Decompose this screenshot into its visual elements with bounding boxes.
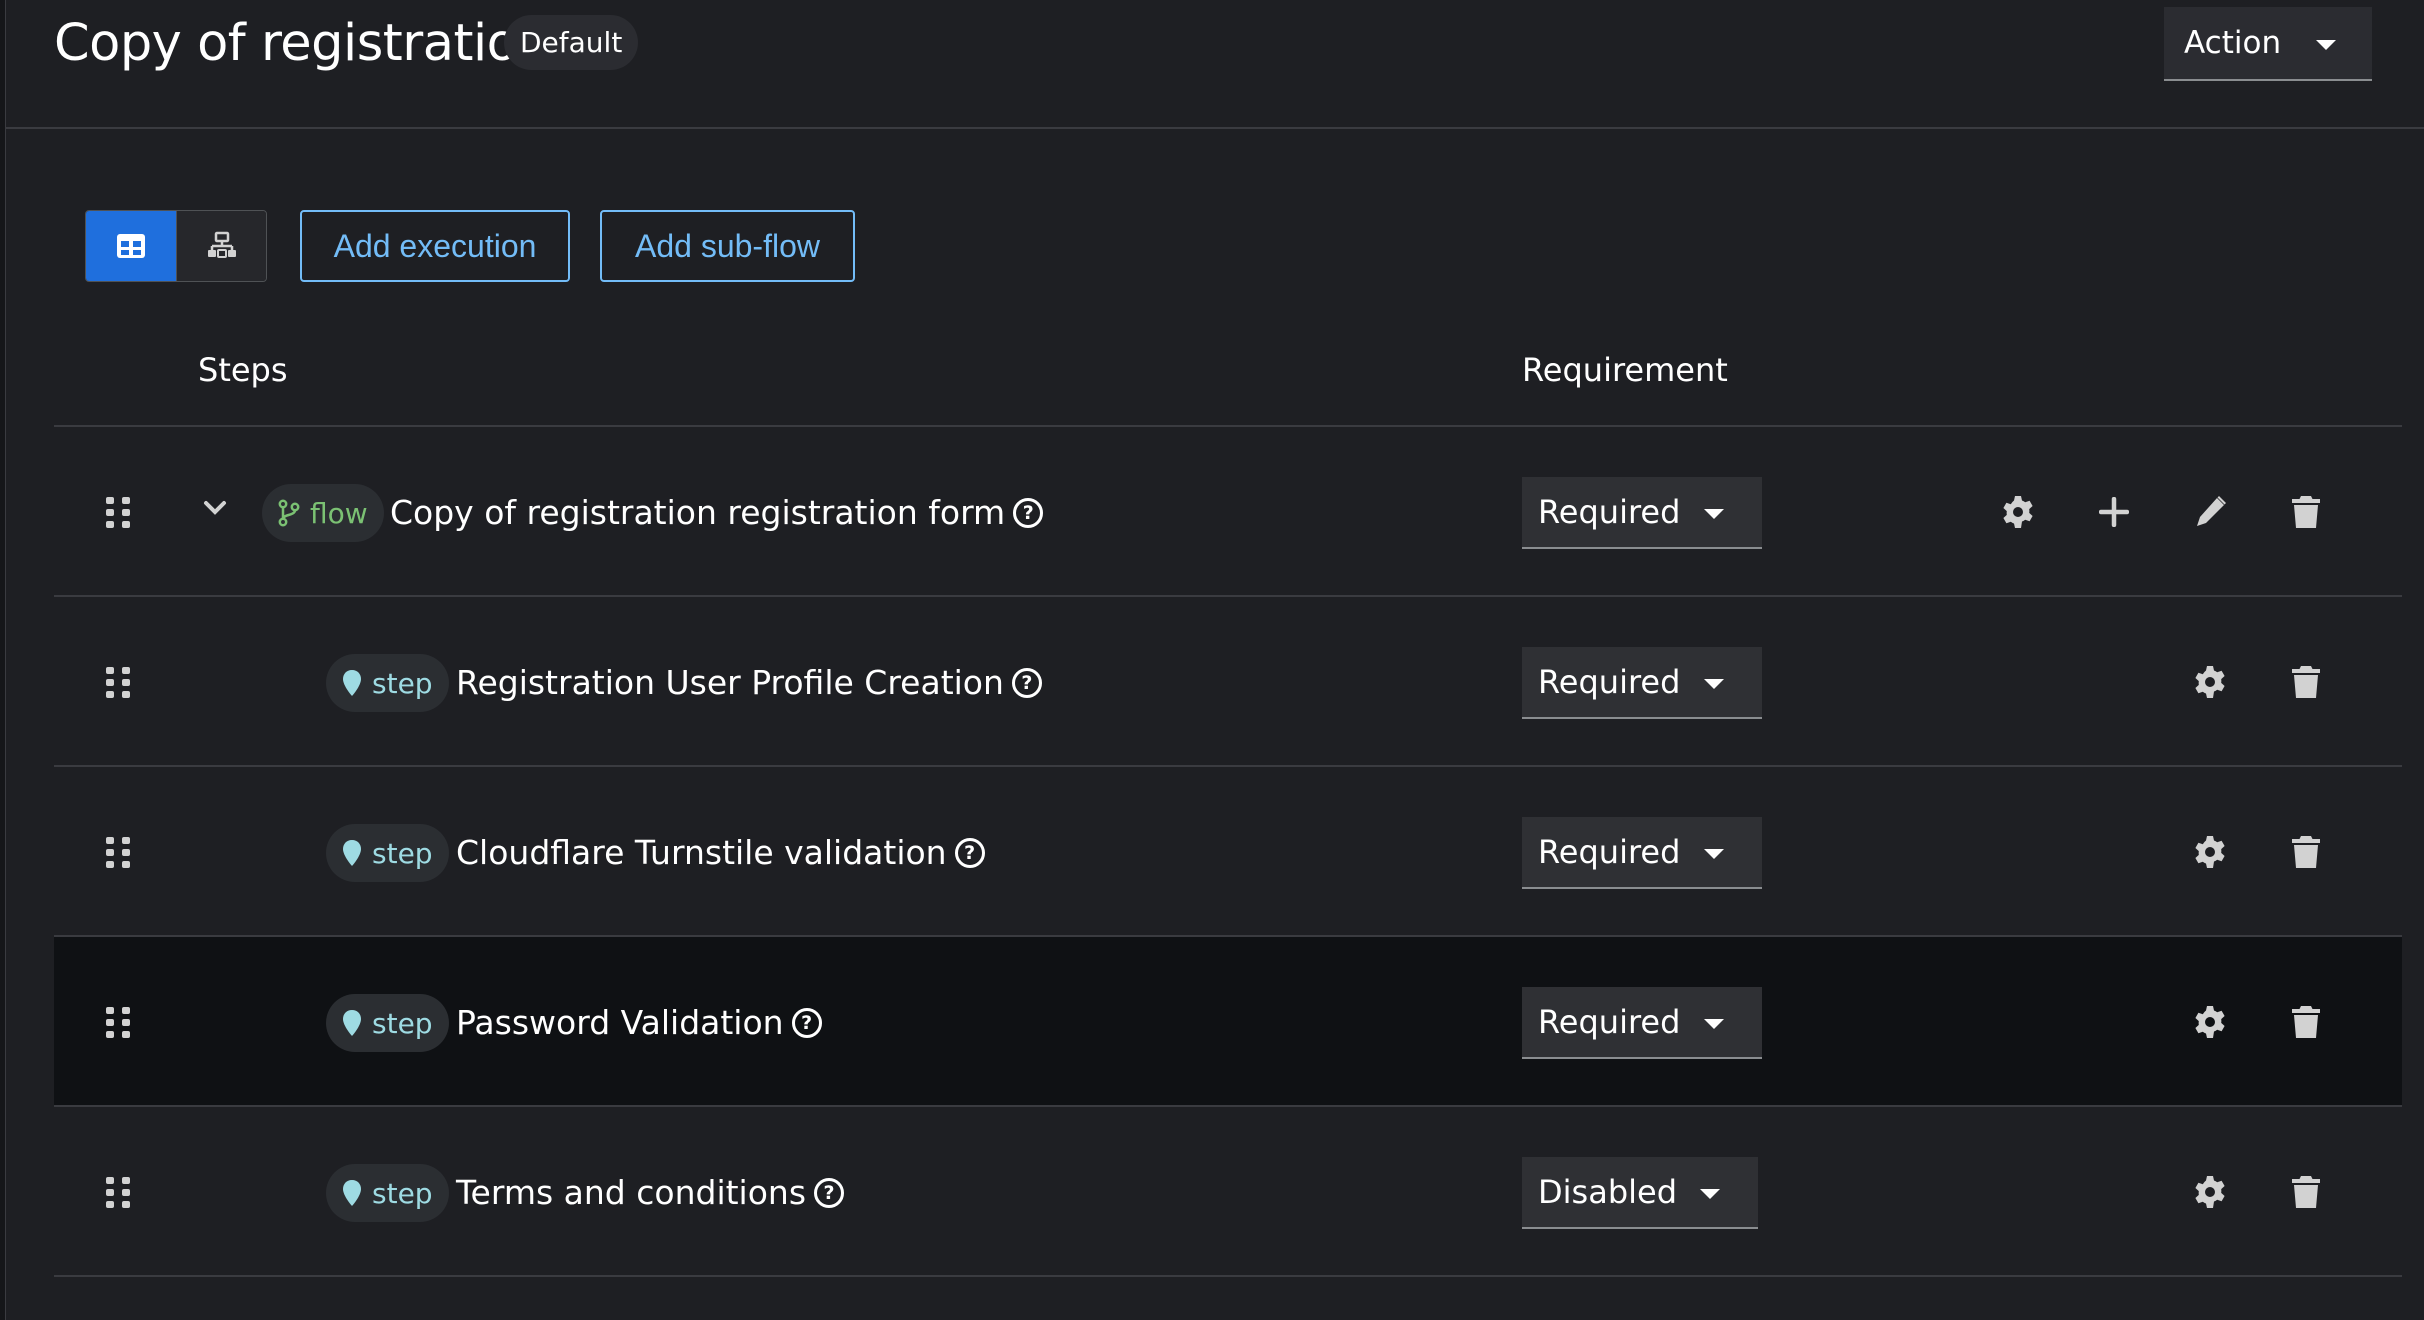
- step-type-badge: step: [326, 654, 449, 712]
- requirement-dropdown[interactable]: Required: [1522, 987, 1762, 1059]
- drag-handle-icon[interactable]: [106, 667, 132, 698]
- map-marker-icon: [343, 840, 361, 866]
- requirement-value: Disabled: [1538, 1173, 1678, 1211]
- pencil-icon: [2197, 496, 2226, 526]
- settings-button[interactable]: [2188, 830, 2232, 874]
- delete-button[interactable]: [2284, 1000, 2328, 1044]
- help-icon[interactable]: ?: [791, 1008, 822, 1038]
- trash-icon: [2292, 496, 2320, 528]
- caret-down-icon: [2316, 40, 2336, 50]
- requirement-value: Required: [1538, 663, 1681, 701]
- caret-down-icon: [1704, 679, 1724, 689]
- flow-type-label: flow: [310, 496, 368, 530]
- help-icon[interactable]: ?: [954, 838, 985, 868]
- table-view-icon: [117, 234, 145, 258]
- help-icon[interactable]: ?: [1011, 668, 1042, 698]
- drag-handle-icon[interactable]: [106, 1007, 132, 1038]
- chevron-down-icon[interactable]: [198, 491, 232, 525]
- trash-icon: [2292, 1006, 2320, 1038]
- requirement-value: Required: [1538, 493, 1681, 531]
- table-row: flow Copy of registration registration f…: [54, 427, 2402, 597]
- diagram-view-icon: [207, 231, 236, 258]
- row-name-text: Password Validation: [456, 1003, 784, 1042]
- settings-button[interactable]: [2188, 1000, 2232, 1044]
- step-type-label: step: [372, 1006, 433, 1040]
- caret-down-icon: [1704, 509, 1724, 519]
- caret-down-icon: [1700, 1189, 1720, 1199]
- map-marker-icon: [343, 1180, 361, 1206]
- help-icon[interactable]: ?: [814, 1178, 845, 1208]
- delete-button[interactable]: [2284, 1170, 2328, 1214]
- row-name: Password Validation ?: [456, 995, 822, 1051]
- trash-icon: [2292, 666, 2320, 698]
- diagram-view-button[interactable]: [176, 211, 266, 281]
- trash-icon: [2292, 836, 2320, 868]
- table-row: step Cloudflare Turnstile validation ? R…: [54, 767, 2402, 937]
- table-row: step Registration User Profile Creation …: [54, 597, 2402, 767]
- add-subflow-button[interactable]: Add sub-flow: [600, 210, 855, 282]
- row-name: Terms and conditions ?: [456, 1165, 845, 1221]
- table-row: step Terms and conditions ? Disabled: [54, 1107, 2402, 1277]
- step-type-badge: step: [326, 1164, 449, 1222]
- row-name: Cloudflare Turnstile validation ?: [456, 825, 985, 881]
- help-icon[interactable]: ?: [1013, 498, 1044, 528]
- row-name-text: Terms and conditions: [456, 1173, 807, 1212]
- step-type-badge: step: [326, 994, 449, 1052]
- column-header-requirement: Requirement: [1522, 351, 1728, 389]
- edit-button[interactable]: [2188, 490, 2232, 534]
- view-toggle-group: [85, 210, 267, 282]
- row-name-text: Copy of registration registration form: [390, 493, 1006, 532]
- row-name: Registration User Profile Creation ?: [456, 655, 1042, 711]
- drag-handle-icon[interactable]: [106, 497, 132, 528]
- trash-icon: [2292, 1176, 2320, 1208]
- page-header: Copy of registration Default Action: [6, 0, 2424, 129]
- delete-button[interactable]: [2284, 830, 2328, 874]
- gear-icon: [2195, 666, 2225, 698]
- left-edge-border: [0, 0, 6, 1320]
- requirement-dropdown[interactable]: Required: [1522, 477, 1762, 549]
- requirement-value: Required: [1538, 1003, 1681, 1041]
- row-name-text: Registration User Profile Creation: [456, 663, 1004, 702]
- add-step-button[interactable]: [2092, 490, 2136, 534]
- plus-icon: [2099, 497, 2129, 527]
- requirement-dropdown[interactable]: Required: [1522, 817, 1762, 889]
- requirement-dropdown[interactable]: Disabled: [1522, 1157, 1758, 1229]
- step-type-badge: step: [326, 824, 449, 882]
- step-type-label: step: [372, 836, 433, 870]
- table-row: step Password Validation ? Required: [54, 937, 2402, 1107]
- action-dropdown-label: Action: [2184, 25, 2282, 61]
- delete-button[interactable]: [2284, 660, 2328, 704]
- map-marker-icon: [343, 670, 361, 696]
- settings-button[interactable]: [2188, 660, 2232, 704]
- column-header-steps: Steps: [198, 351, 288, 389]
- row-name: Copy of registration registration form ?: [390, 485, 1044, 541]
- settings-button[interactable]: [1996, 490, 2040, 534]
- map-marker-icon: [343, 1010, 361, 1036]
- branch-icon: [278, 499, 300, 527]
- gear-icon: [2003, 496, 2033, 528]
- action-dropdown[interactable]: Action: [2164, 7, 2372, 81]
- caret-down-icon: [1704, 849, 1724, 859]
- add-execution-button[interactable]: Add execution: [300, 210, 570, 282]
- delete-button[interactable]: [2284, 490, 2328, 534]
- gear-icon: [2195, 1176, 2225, 1208]
- table-view-button[interactable]: [86, 211, 176, 281]
- gear-icon: [2195, 836, 2225, 868]
- requirement-value: Required: [1538, 833, 1681, 871]
- caret-down-icon: [1704, 1019, 1724, 1029]
- page-title: Copy of registration: [54, 14, 550, 73]
- default-badge: Default: [504, 15, 639, 70]
- flow-type-badge: flow: [262, 484, 384, 542]
- drag-handle-icon[interactable]: [106, 1177, 132, 1208]
- gear-icon: [2195, 1006, 2225, 1038]
- step-type-label: step: [372, 666, 433, 700]
- step-type-label: step: [372, 1176, 433, 1210]
- row-name-text: Cloudflare Turnstile validation: [456, 833, 947, 872]
- settings-button[interactable]: [2188, 1170, 2232, 1214]
- drag-handle-icon[interactable]: [106, 837, 132, 868]
- requirement-dropdown[interactable]: Required: [1522, 647, 1762, 719]
